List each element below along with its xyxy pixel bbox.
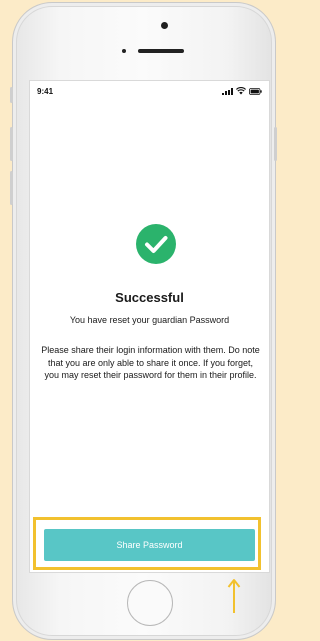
signal-icon <box>222 88 233 95</box>
arrow-up-icon <box>227 578 241 614</box>
success-title: Successful <box>115 290 184 305</box>
status-time: 9:41 <box>37 87 54 96</box>
battery-icon <box>249 88 262 95</box>
volume-down-button <box>10 171 13 205</box>
proximity-sensor <box>122 49 126 53</box>
earpiece-speaker <box>138 49 184 53</box>
silent-switch <box>10 87 13 103</box>
share-password-button[interactable]: Share Password <box>44 529 255 561</box>
status-bar: 9:41 <box>30 81 269 101</box>
power-button <box>274 127 277 161</box>
phone-screen: 9:41 Successful You have reset your guar… <box>29 80 270 573</box>
reset-confirmation-text: You have reset your guardian Password <box>69 315 230 325</box>
success-check-icon <box>136 224 176 264</box>
volume-up-button <box>10 127 13 161</box>
front-camera <box>161 22 168 29</box>
status-icons <box>222 87 262 95</box>
wifi-icon <box>236 87 246 95</box>
home-button[interactable] <box>127 580 173 626</box>
share-instructions-text: Please share their login information wit… <box>41 345 260 380</box>
